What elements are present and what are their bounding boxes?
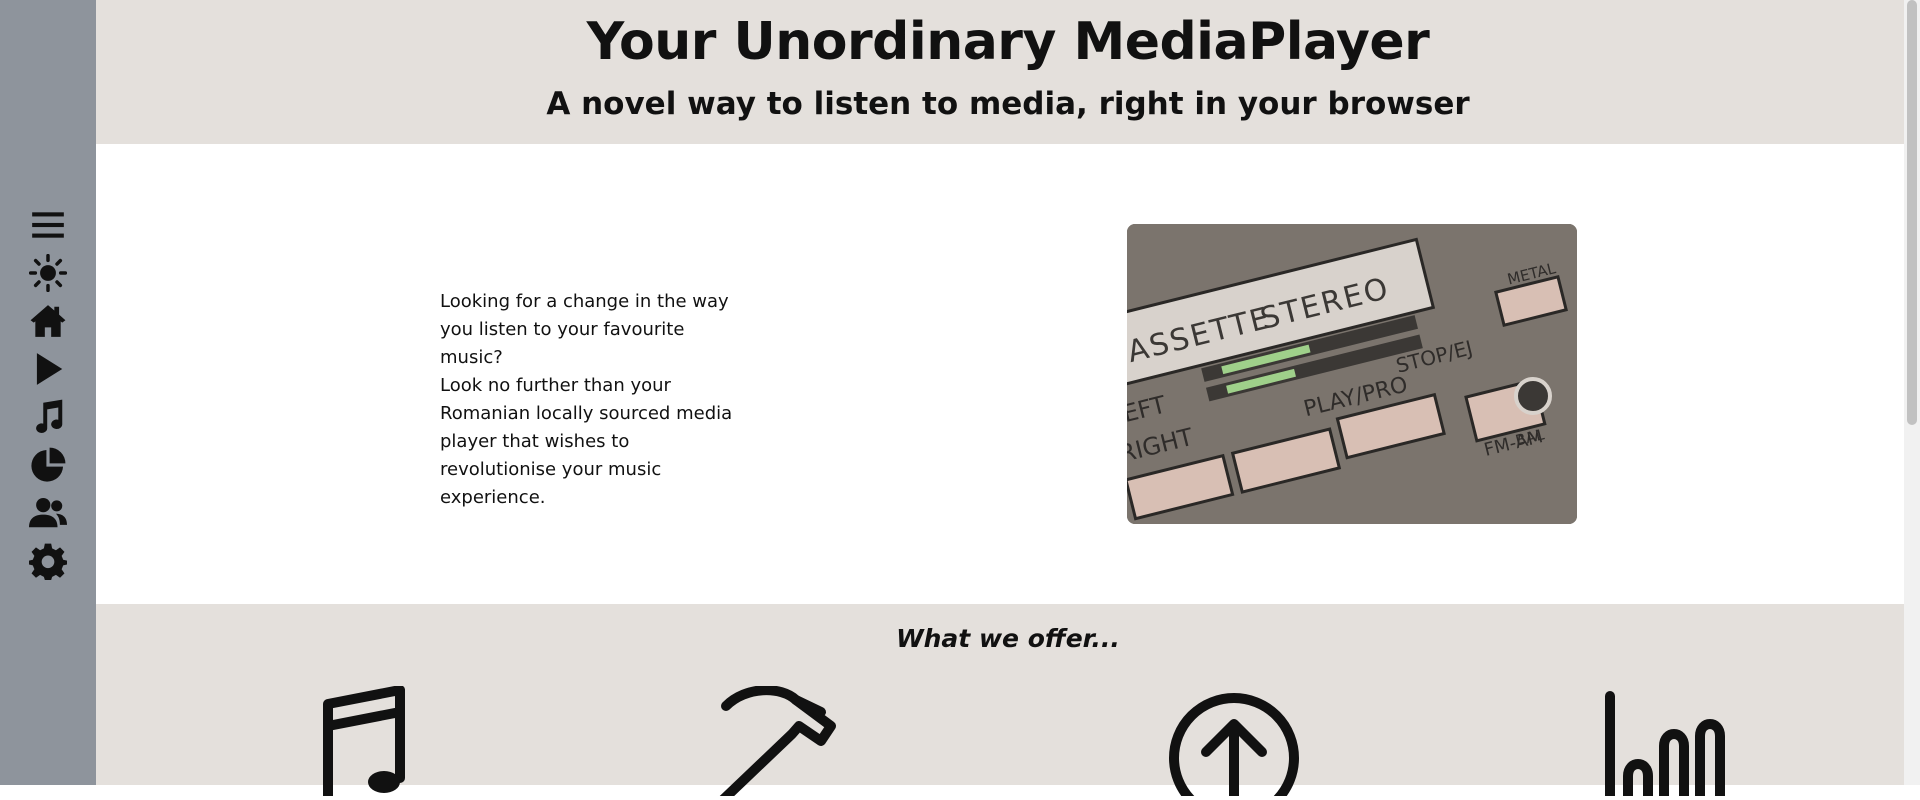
page-scrollbar[interactable]	[1904, 0, 1920, 785]
cassette-player-image: CASSETTE STEREO LEFT RIGHT PLAY/PRO STOP…	[1127, 224, 1577, 524]
main-content: Your Unordinary MediaPlayer A novel way …	[96, 0, 1920, 800]
intro-line-2: Look no further than your Romanian local…	[440, 375, 733, 508]
play-icon[interactable]	[28, 349, 68, 389]
music-notes-icon	[308, 685, 418, 800]
sidebar	[0, 0, 96, 785]
page-subtitle: A novel way to listen to media, right in…	[546, 86, 1470, 122]
upload-circle-icon	[1164, 686, 1304, 800]
page-header: Your Unordinary MediaPlayer A novel way …	[96, 0, 1920, 144]
users-icon[interactable]	[28, 493, 68, 533]
bar-chart-icon	[1594, 686, 1754, 800]
scrollbar-thumb[interactable]	[1907, 0, 1917, 425]
page-title: Your Unordinary MediaPlayer	[586, 12, 1430, 72]
sun-icon[interactable]	[28, 253, 68, 293]
hero-section: Looking for a change in the way you list…	[96, 144, 1920, 604]
offer-heading: What we offer...	[896, 624, 1120, 653]
hammer-icon	[696, 685, 861, 800]
offer-section: What we offer...	[96, 604, 1920, 800]
intro-text: Looking for a change in the way you list…	[440, 288, 750, 512]
intro-line-1: Looking for a change in the way you list…	[440, 291, 729, 368]
home-icon[interactable]	[28, 301, 68, 341]
menu-icon[interactable]	[28, 205, 68, 245]
pie-chart-icon[interactable]	[28, 445, 68, 485]
music-note-icon[interactable]	[28, 397, 68, 437]
gear-icon[interactable]	[28, 541, 68, 581]
